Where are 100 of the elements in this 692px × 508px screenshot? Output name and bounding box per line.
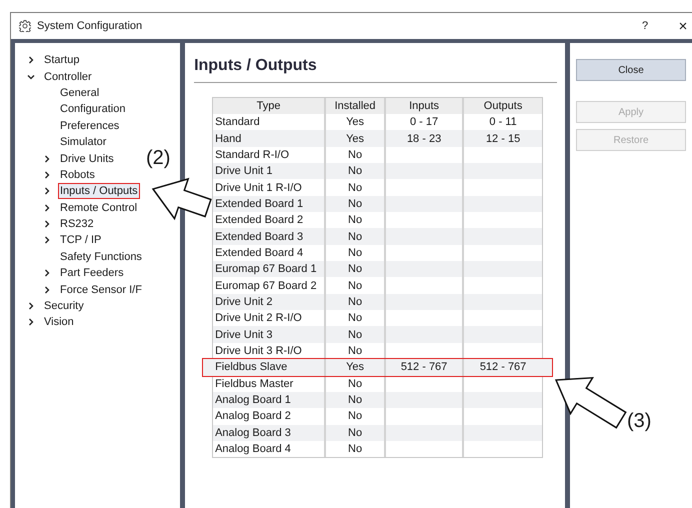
table-cell: Extended Board 3 (215, 230, 304, 244)
help-button[interactable]: ? (633, 18, 657, 34)
table-cell: No (348, 409, 362, 424)
chevron-right-icon[interactable] (27, 56, 35, 64)
tree-item[interactable]: Simulator (59, 135, 108, 150)
table-cell: Extended Board 2 (215, 213, 304, 228)
tree-item[interactable]: Drive Units (59, 152, 115, 166)
tree-item[interactable]: RS232 (59, 217, 95, 232)
table-row[interactable]: Hand Yes 18 - 23 12 - 15 (213, 130, 542, 147)
table-cell: 12 - 15 (486, 132, 520, 146)
table-row[interactable]: Standard R-I/O No (213, 146, 542, 164)
table-cell: No (348, 278, 362, 293)
table-cell: No (348, 344, 362, 358)
table-row[interactable]: Drive Unit 2 R-I/O No (213, 310, 542, 326)
table-cell: Euromap 67 Board 2 (215, 278, 317, 293)
table-cell: No (348, 426, 362, 440)
table-cell: Fieldbus Slave (215, 360, 288, 374)
table-cell: Drive Unit 3 (215, 328, 273, 342)
table-cell: No (348, 442, 362, 456)
tree-item[interactable]: Startup (43, 53, 80, 68)
callout-label: (2) (146, 147, 170, 169)
table-cell: 0 - 11 (489, 115, 517, 130)
table-cell: No (348, 148, 362, 162)
tree-item[interactable]: Remote Control (59, 200, 138, 215)
tree-item[interactable]: Security (43, 299, 85, 314)
tree-item[interactable]: Part Feeders (59, 266, 125, 280)
table-row[interactable]: Drive Unit 3 No (213, 326, 542, 343)
table-row[interactable]: Analog Board 3 No (213, 424, 542, 441)
chevron-right-icon[interactable] (43, 236, 51, 244)
close-button[interactable]: × (671, 18, 692, 34)
table-cell: Drive Unit 1 R-I/O (215, 180, 302, 195)
tree-item[interactable]: Controller (43, 70, 93, 84)
table-cell: Standard (215, 115, 260, 130)
window-title: System Configuration (37, 18, 142, 34)
table-cell: Analog Board 1 (215, 393, 291, 408)
table-cell: No (348, 311, 362, 326)
column-header[interactable]: Outputs (464, 98, 542, 114)
table-cell: Drive Unit 2 (215, 294, 273, 309)
table-cell: No (348, 164, 362, 178)
table-cell: No (348, 294, 362, 309)
tree-item[interactable]: General (59, 86, 100, 100)
table-cell: No (348, 393, 362, 408)
table-cell: Yes (346, 132, 364, 146)
table-cell: 512 - 767 (480, 360, 526, 374)
chevron-right-icon[interactable] (43, 187, 51, 196)
chevron-right-icon[interactable] (27, 318, 35, 326)
table-row[interactable]: Extended Board 2 No (213, 212, 542, 228)
table-row[interactable]: Drive Unit 2 No (213, 294, 542, 310)
page-title: Inputs / Outputs (194, 56, 557, 83)
tree-item[interactable]: Safety Functions (59, 250, 143, 264)
table-cell: No (348, 262, 362, 276)
table-cell: Analog Board 4 (215, 442, 291, 456)
table-row[interactable]: Extended Board 1 No (213, 196, 542, 212)
table-cell: Euromap 67 Board 1 (215, 262, 317, 276)
chevron-right-icon[interactable] (43, 286, 51, 294)
table-row[interactable]: Standard Yes 0 - 17 0 - 11 (213, 114, 542, 130)
table-cell: Yes (346, 115, 364, 130)
chevron-right-icon[interactable] (43, 220, 51, 228)
table-row[interactable]: Euromap 67 Board 1 No (213, 261, 542, 278)
table-cell: No (348, 328, 362, 342)
chevron-right-icon[interactable] (43, 204, 51, 212)
tree-item[interactable]: Configuration (59, 102, 126, 116)
table-cell: Drive Unit 3 R-I/O (215, 344, 302, 358)
table-row[interactable]: Drive Unit 1 No (213, 163, 542, 180)
table-cell: Extended Board 4 (215, 246, 304, 260)
table-cell: No (348, 246, 362, 260)
gear-icon (19, 20, 31, 32)
tree-item[interactable]: Inputs / Outputs (59, 184, 139, 198)
tree-item[interactable]: Robots (59, 168, 96, 182)
tree-item[interactable]: Force Sensor I/F (59, 282, 143, 297)
chevron-down-icon[interactable] (27, 72, 35, 81)
table-cell: Analog Board 2 (215, 409, 291, 424)
table-row[interactable]: Extended Board 3 No (213, 228, 542, 245)
table-cell: Fieldbus Master (215, 376, 294, 391)
table-cell: No (348, 196, 362, 211)
tree-item[interactable]: Vision (43, 315, 75, 330)
table-row[interactable]: Analog Board 1 No (213, 392, 542, 408)
table-row[interactable]: Fieldbus Slave Yes 512 - 767 512 - 767 (203, 359, 552, 376)
tree-item[interactable]: TCP / IP (59, 233, 102, 248)
table-cell: No (348, 180, 362, 195)
table-cell: Standard R-I/O (215, 148, 290, 162)
tree-item[interactable]: Preferences (59, 118, 120, 133)
table-cell: 0 - 17 (410, 115, 438, 130)
callout-label: (3) (627, 410, 652, 432)
chevron-right-icon[interactable] (43, 269, 51, 278)
table-cell: No (348, 213, 362, 228)
table-cell: 18 - 23 (406, 132, 442, 146)
chevron-right-icon[interactable] (43, 154, 51, 163)
chevron-right-icon[interactable] (43, 170, 51, 179)
table-cell: No (348, 376, 362, 391)
table-cell: No (348, 230, 362, 244)
table-cell: Analog Board 3 (215, 426, 291, 440)
table-cell: Hand (215, 132, 242, 146)
table-cell: 512 - 767 (400, 360, 448, 374)
chevron-right-icon[interactable] (27, 302, 35, 310)
table-cell: Drive Unit 1 (215, 164, 273, 178)
table-cell: Drive Unit 2 R-I/O (215, 311, 302, 326)
close-button[interactable]: Close (576, 59, 686, 81)
table-cell: Yes (346, 360, 364, 374)
table-cell: Extended Board 1 (215, 196, 304, 211)
